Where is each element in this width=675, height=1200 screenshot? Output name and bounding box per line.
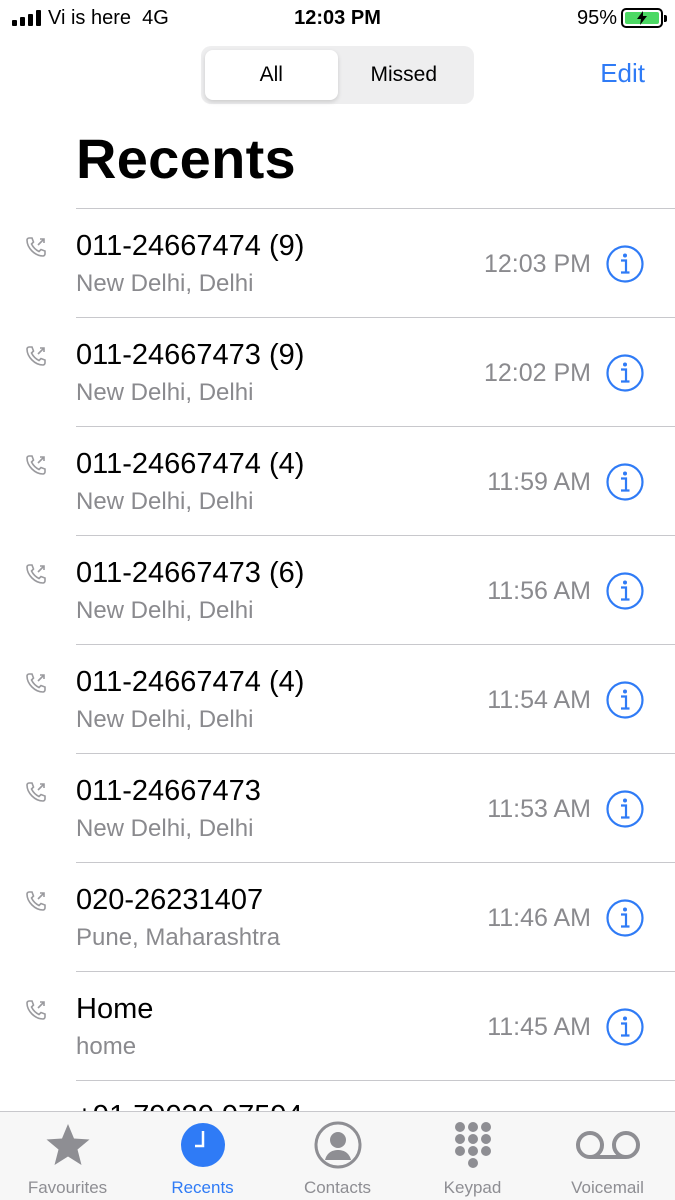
outgoing-call-icon xyxy=(26,1000,46,1020)
status-time: 12:03 PM xyxy=(294,7,381,29)
call-time: 11:54 AM xyxy=(487,686,591,714)
segment-missed[interactable]: Missed xyxy=(338,50,471,100)
call-row[interactable]: 011-24667473 New Delhi, Delhi 11:53 AM xyxy=(0,753,675,862)
outgoing-call-icon xyxy=(26,782,46,802)
call-time: 11:56 AM xyxy=(487,577,591,605)
tab-label: Voicemail xyxy=(571,1178,644,1197)
caller-location: New Delhi, Delhi xyxy=(76,379,254,406)
info-icon[interactable] xyxy=(605,244,645,284)
tab-recents[interactable]: Recents xyxy=(135,1112,270,1200)
star-icon xyxy=(46,1124,89,1165)
battery-icon xyxy=(621,8,667,28)
info-icon[interactable] xyxy=(605,462,645,502)
caller-location: New Delhi, Delhi xyxy=(76,597,254,624)
info-icon[interactable] xyxy=(605,898,645,938)
outgoing-call-icon xyxy=(26,564,46,584)
segment-all[interactable]: All xyxy=(205,50,338,100)
page-title: Recents xyxy=(76,127,296,190)
caller-name: 011-24667473 (9) xyxy=(76,339,305,371)
call-row[interactable]: 011-24667474 (4) New Delhi, Delhi 11:59 … xyxy=(0,426,675,535)
call-time: 12:03 PM xyxy=(483,250,591,278)
call-filter-segmented-control: All Missed xyxy=(201,46,474,104)
call-row[interactable]: Home home 11:45 AM xyxy=(0,971,675,1080)
caller-location: New Delhi, Delhi xyxy=(76,488,254,515)
tab-label: Keypad xyxy=(443,1178,502,1197)
call-row[interactable]: 011-24667473 (9) New Delhi, Delhi 12:02 … xyxy=(0,317,675,426)
caller-location: New Delhi, Delhi xyxy=(76,706,254,733)
tab-voicemail[interactable]: Voicemail xyxy=(540,1112,675,1200)
edit-button[interactable]: Edit xyxy=(600,58,645,89)
call-row[interactable]: 011-24667474 (4) New Delhi, Delhi 11:54 … xyxy=(0,644,675,753)
battery-percentage: 95% xyxy=(576,7,617,29)
person-circle-icon xyxy=(314,1121,361,1169)
tab-label: Recents xyxy=(171,1178,234,1197)
voicemail-icon xyxy=(575,1131,640,1159)
status-bar: Vi is here 4G 12:03 PM 95% xyxy=(0,0,675,38)
info-icon[interactable] xyxy=(605,1007,645,1047)
call-row[interactable]: 011-24667474 (9) New Delhi, Delhi 12:03 … xyxy=(0,208,675,317)
outgoing-call-icon xyxy=(26,673,46,693)
tab-bar: Favourites Recents Contacts Keypad Voice… xyxy=(0,1111,675,1200)
caller-name: 011-24667473 xyxy=(76,775,261,807)
caller-location: Pune, Maharashtra xyxy=(76,924,281,951)
call-time: 11:59 AM xyxy=(487,468,591,496)
caller-name: 020-26231407 xyxy=(76,884,264,916)
call-time: 11:46 AM xyxy=(487,904,591,932)
tab-favourites[interactable]: Favourites xyxy=(0,1112,135,1200)
outgoing-call-icon xyxy=(26,237,46,257)
info-icon[interactable] xyxy=(605,571,645,611)
info-icon[interactable] xyxy=(605,353,645,393)
recents-list: 011-24667474 (9) New Delhi, Delhi 12:03 … xyxy=(0,208,675,1189)
charging-bolt-icon xyxy=(637,11,647,25)
info-icon[interactable] xyxy=(605,680,645,720)
keypad-icon xyxy=(454,1122,491,1168)
caller-location: home xyxy=(76,1033,137,1060)
outgoing-call-icon xyxy=(26,346,46,366)
call-time: 11:45 AM xyxy=(487,1013,591,1041)
caller-name: 011-24667474 (9) xyxy=(76,230,305,262)
caller-name: 011-24667474 (4) xyxy=(76,448,305,480)
tab-keypad[interactable]: Keypad xyxy=(405,1112,540,1200)
outgoing-call-icon xyxy=(26,891,46,911)
clock-icon xyxy=(180,1123,225,1167)
outgoing-call-icon xyxy=(26,455,46,475)
call-row[interactable]: 011-24667473 (6) New Delhi, Delhi 11:56 … xyxy=(0,535,675,644)
call-time: 12:02 PM xyxy=(483,359,591,387)
info-icon[interactable] xyxy=(605,789,645,829)
caller-name: Home xyxy=(76,993,154,1025)
caller-location: New Delhi, Delhi xyxy=(76,815,254,842)
caller-name: 011-24667474 (4) xyxy=(76,666,305,698)
tab-label: Favourites xyxy=(27,1178,108,1197)
call-row[interactable]: 020-26231407 Pune, Maharashtra 11:46 AM xyxy=(0,862,675,971)
tab-label: Contacts xyxy=(303,1178,372,1197)
caller-location: New Delhi, Delhi xyxy=(76,270,254,297)
call-time: 11:53 AM xyxy=(487,795,591,823)
caller-name: 011-24667473 (6) xyxy=(76,557,305,589)
tab-contacts[interactable]: Contacts xyxy=(270,1112,405,1200)
